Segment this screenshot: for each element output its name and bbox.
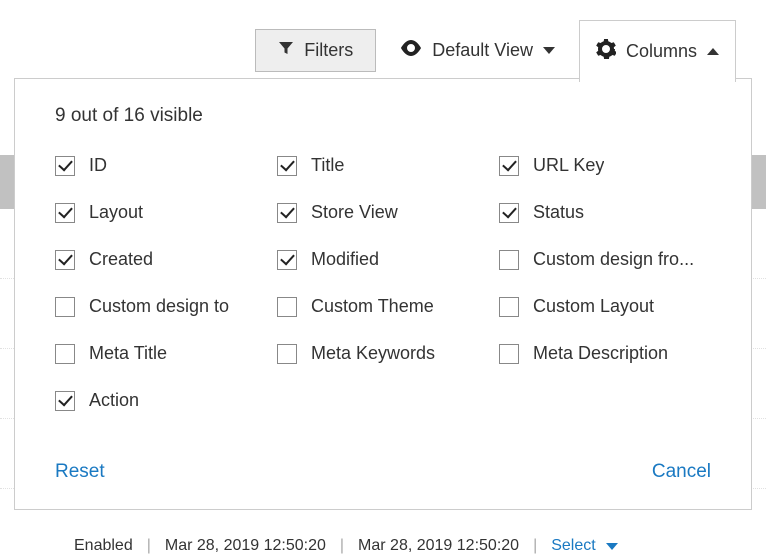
column-options: ID Title URL Key Layout Store View Status Crea… <box>15 145 751 431</box>
checkbox[interactable] <box>277 203 297 223</box>
column-option[interactable]: Custom design to <box>55 296 267 317</box>
column-option[interactable]: Store View <box>277 202 489 223</box>
status-cell: Enabled <box>74 537 133 555</box>
option-label: URL Key <box>533 155 604 176</box>
column-option[interactable]: Created <box>55 249 267 270</box>
option-label: Custom design fro... <box>533 249 694 270</box>
option-label: Custom design to <box>89 296 229 317</box>
checkbox[interactable] <box>277 344 297 364</box>
column-option[interactable]: Status <box>499 202 711 223</box>
checkbox[interactable] <box>499 250 519 270</box>
column-option[interactable]: ID <box>55 155 267 176</box>
option-label: Custom Layout <box>533 296 654 317</box>
column-option[interactable]: Meta Description <box>499 343 711 364</box>
action-cell[interactable]: Select <box>551 537 595 555</box>
column-option[interactable]: Custom design fro... <box>499 249 711 270</box>
checkbox[interactable] <box>55 297 75 317</box>
checkbox[interactable] <box>499 156 519 176</box>
option-label: Meta Description <box>533 343 668 364</box>
checkbox[interactable] <box>277 250 297 270</box>
option-label: Meta Title <box>89 343 167 364</box>
option-label: Status <box>533 202 584 223</box>
option-label: Store View <box>311 202 398 223</box>
funnel-icon <box>278 40 294 61</box>
column-option[interactable]: Modified <box>277 249 489 270</box>
columns-label: Columns <box>626 41 697 62</box>
column-option[interactable]: Action <box>55 390 267 411</box>
option-label: Created <box>89 249 153 270</box>
chevron-down-icon <box>543 47 555 54</box>
gear-icon <box>596 39 616 64</box>
column-option[interactable]: Layout <box>55 202 267 223</box>
columns-button[interactable]: Columns <box>579 20 736 82</box>
columns-panel: 9 out of 16 visible ID Title URL Key Layout… <box>14 78 752 510</box>
eye-icon <box>400 40 422 61</box>
view-label: Default View <box>432 40 533 61</box>
checkbox[interactable] <box>55 156 75 176</box>
option-label: Custom Theme <box>311 296 434 317</box>
created-cell: Mar 28, 2019 12:50:20 <box>165 537 326 555</box>
option-label: Title <box>311 155 344 176</box>
column-option[interactable]: Custom Layout <box>499 296 711 317</box>
checkbox[interactable] <box>277 156 297 176</box>
panel-footer: Reset Cancel <box>15 431 751 509</box>
filters-button[interactable]: Filters <box>255 29 376 72</box>
option-label: Layout <box>89 202 143 223</box>
checkbox[interactable] <box>499 344 519 364</box>
modified-cell: Mar 28, 2019 12:50:20 <box>358 537 519 555</box>
chevron-down-icon <box>606 543 618 550</box>
option-label: Meta Keywords <box>311 343 435 364</box>
checkbox[interactable] <box>277 297 297 317</box>
column-option[interactable]: URL Key <box>499 155 711 176</box>
checkbox[interactable] <box>55 203 75 223</box>
chevron-up-icon <box>707 48 719 55</box>
reset-button[interactable]: Reset <box>55 461 105 483</box>
view-button[interactable]: Default View <box>394 30 561 71</box>
table-row: Enabled | Mar 28, 2019 12:50:20 | Mar 28… <box>74 537 618 555</box>
option-label: Action <box>89 390 139 411</box>
filters-label: Filters <box>304 40 353 61</box>
option-label: Modified <box>311 249 379 270</box>
column-option[interactable]: Meta Title <box>55 343 267 364</box>
column-option[interactable]: Meta Keywords <box>277 343 489 364</box>
checkbox[interactable] <box>55 250 75 270</box>
checkbox[interactable] <box>499 297 519 317</box>
column-option[interactable]: Custom Theme <box>277 296 489 317</box>
visible-count-label: 9 out of 16 visible <box>15 79 751 145</box>
column-option[interactable]: Title <box>277 155 489 176</box>
option-label: ID <box>89 155 107 176</box>
checkbox[interactable] <box>55 344 75 364</box>
cancel-button[interactable]: Cancel <box>652 461 711 483</box>
checkbox[interactable] <box>55 391 75 411</box>
checkbox[interactable] <box>499 203 519 223</box>
